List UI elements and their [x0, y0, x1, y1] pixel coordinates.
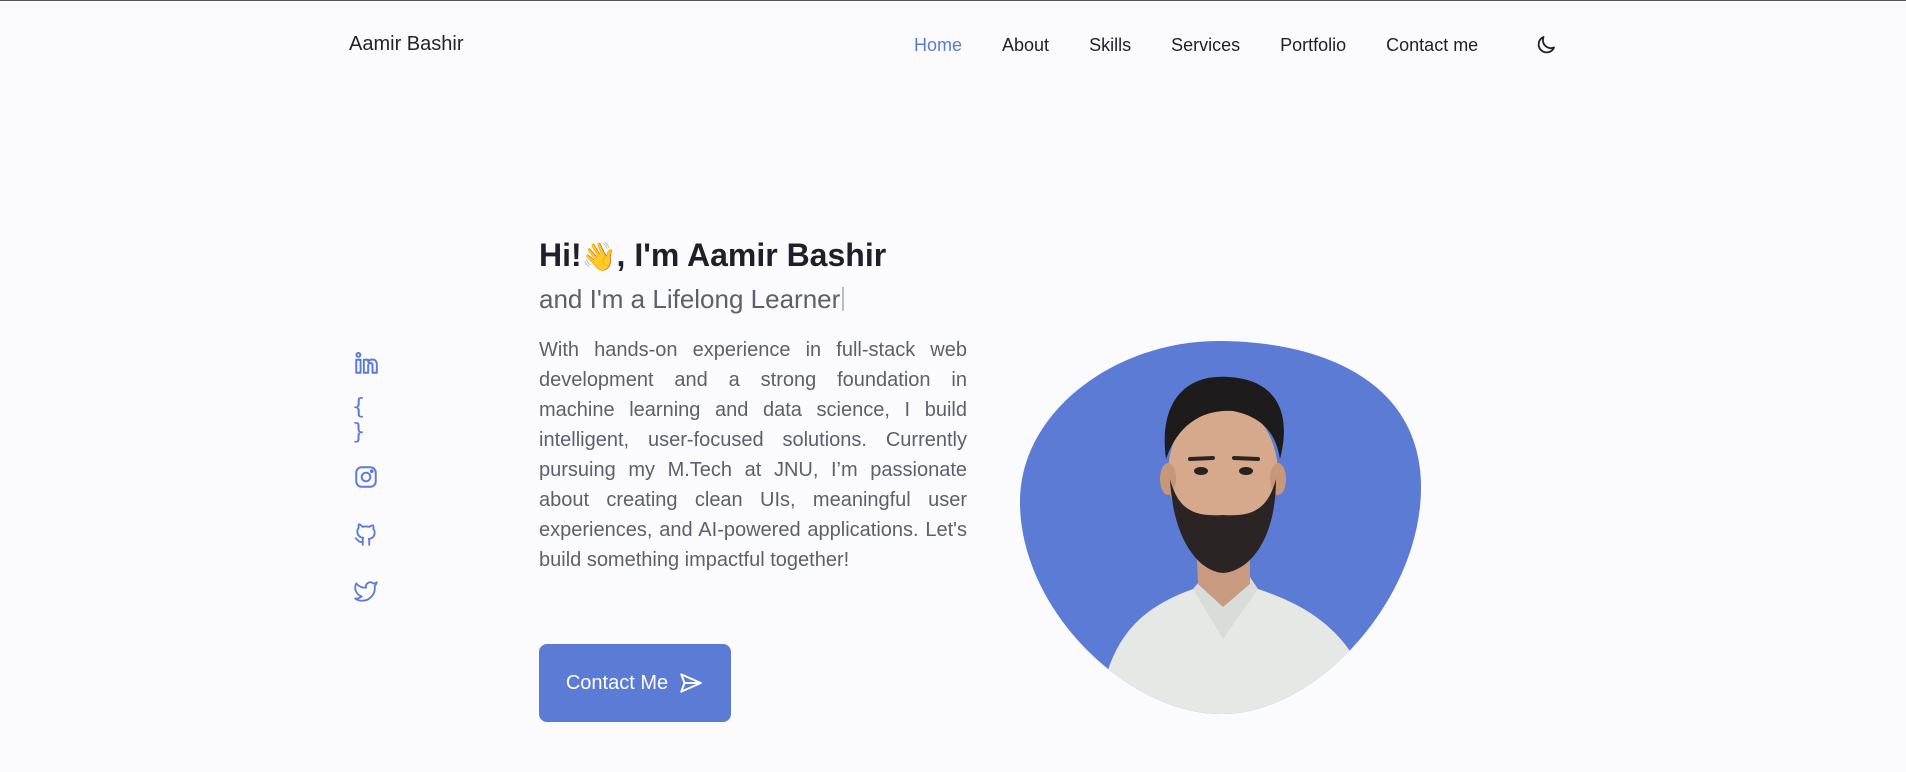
moon-icon[interactable]: [1534, 33, 1558, 57]
nav-portfolio[interactable]: Portfolio: [1280, 35, 1346, 56]
nav-about[interactable]: About: [1002, 35, 1049, 56]
hero-description: With hands-on experience in full-stack w…: [539, 339, 967, 571]
braces-text: { }: [352, 395, 367, 445]
twitter-icon[interactable]: [352, 577, 380, 605]
hero-title-prefix: Hi!: [539, 237, 582, 273]
hero-subtitle: and I'm a Lifelong Learner: [539, 284, 845, 315]
site-logo[interactable]: Aamir Bashir: [349, 33, 463, 56]
contact-me-label: Contact Me: [565, 671, 669, 694]
typing-caret: [842, 287, 845, 311]
nav-services[interactable]: Services: [1171, 35, 1240, 56]
site-header: Aamir Bashir Home About Skills Services …: [0, 1, 1906, 91]
nav-contact[interactable]: Contact me: [1386, 35, 1478, 56]
linkedin-icon[interactable]: [352, 349, 380, 377]
braces-icon[interactable]: { }: [352, 395, 380, 445]
profile-photo: [1019, 341, 1422, 715]
hero-title-suffix: , I'm Aamir Bashir: [616, 237, 887, 273]
github-icon[interactable]: [352, 520, 380, 548]
nav-home[interactable]: Home: [914, 35, 962, 56]
contact-me-button[interactable]: Contact Me: [539, 644, 731, 722]
send-icon: [680, 673, 702, 693]
social-links: { }: [352, 349, 380, 634]
nav-skills[interactable]: Skills: [1089, 35, 1131, 56]
hero-title: Hi!👋, I'm Aamir Bashir: [539, 237, 886, 274]
wave-emoji: 👋: [581, 241, 617, 272]
main-nav: Home About Skills Services Portfolio Con…: [914, 35, 1518, 56]
instagram-icon[interactable]: [352, 463, 380, 491]
hero-subtitle-text: and I'm a Lifelong Learner: [539, 284, 841, 314]
